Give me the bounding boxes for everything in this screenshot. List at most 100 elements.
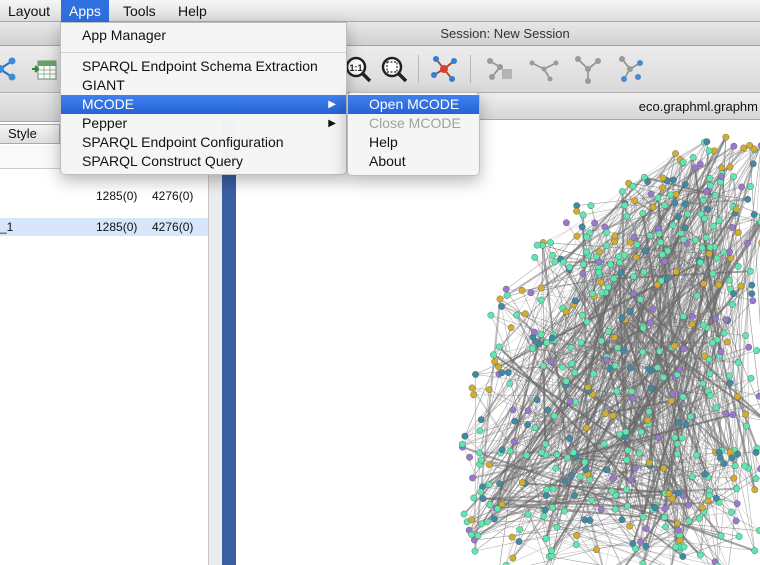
network-node[interactable] [733,393,741,401]
network-node[interactable] [710,222,718,230]
network-node[interactable] [507,324,515,331]
menu-apps[interactable]: Apps [61,0,109,22]
network-node[interactable] [746,142,754,149]
menu-item-giant[interactable]: GIANT [61,76,346,95]
network-node[interactable] [468,384,476,392]
network-node[interactable] [644,416,652,424]
network-node[interactable] [562,219,570,227]
network-node[interactable] [732,205,740,213]
network-node[interactable] [700,280,708,288]
network-node[interactable] [717,173,725,180]
network-node[interactable] [613,387,621,395]
network-node[interactable] [477,456,485,464]
network-node[interactable] [531,254,539,261]
network-node[interactable] [573,232,581,240]
network-node[interactable] [603,356,610,364]
network-node[interactable] [738,183,746,191]
network-node[interactable] [661,258,669,265]
network-node[interactable] [579,270,587,277]
network-node[interactable] [639,348,647,356]
network-node[interactable] [659,184,666,192]
network-node[interactable] [675,418,683,426]
network-node[interactable] [713,254,721,262]
network-node[interactable] [510,438,518,446]
menu-item-pepper[interactable]: Pepper ▶ [61,114,346,133]
network-node[interactable] [744,195,752,203]
network-node[interactable] [695,514,703,522]
network-node[interactable] [720,248,728,256]
network-node[interactable] [498,446,506,454]
network-node[interactable] [639,560,647,565]
network-node[interactable] [734,263,742,270]
network-node[interactable] [592,253,600,261]
network-node[interactable] [681,200,689,208]
network-node[interactable] [524,510,532,518]
network-node[interactable] [734,359,742,366]
network-node[interactable] [632,253,640,261]
network-node[interactable] [728,224,736,231]
network-node[interactable] [676,366,684,374]
network-node[interactable] [504,369,512,376]
network-node[interactable] [688,320,696,328]
network-node[interactable] [647,384,655,392]
network-node[interactable] [693,292,701,300]
network-node[interactable] [642,542,650,550]
network-node[interactable] [712,315,720,322]
network-node[interactable] [657,238,665,246]
network-node[interactable] [699,380,707,387]
menu-item-sparql-construct-query[interactable]: SPARQL Construct Query [61,152,346,171]
network-node[interactable] [654,434,662,442]
network-node[interactable] [659,174,667,182]
network-node[interactable] [722,133,730,141]
network-node[interactable] [483,518,491,526]
network-node[interactable] [673,519,681,527]
network-node[interactable] [476,449,483,457]
network-node[interactable] [730,474,738,482]
network-node[interactable] [689,312,696,320]
network-node[interactable] [726,379,734,387]
network-node[interactable] [681,180,689,188]
network-node[interactable] [552,464,560,472]
tab-style[interactable]: Style [0,124,60,144]
network-node[interactable] [498,369,506,377]
network-node[interactable] [485,481,493,488]
network-node[interactable] [675,213,682,221]
network-node[interactable] [587,202,595,210]
network-node[interactable] [644,178,652,186]
network-node[interactable] [748,281,756,289]
network-node[interactable] [616,259,624,266]
network-node[interactable] [631,197,639,205]
network-node[interactable] [645,365,653,373]
network-node[interactable] [568,359,576,367]
network-node[interactable] [537,296,545,304]
network-node[interactable] [586,517,594,524]
network-node[interactable] [720,329,728,337]
network-node[interactable] [572,541,580,549]
network-node[interactable] [671,199,679,207]
network-node[interactable] [747,374,755,382]
network-node[interactable] [509,554,517,562]
network-node[interactable] [623,456,631,464]
network-node[interactable] [597,278,605,286]
network-node[interactable] [466,453,473,461]
network-node[interactable] [543,339,551,347]
network-node[interactable] [656,347,663,355]
network-node[interactable] [486,501,494,509]
network-node[interactable] [735,533,743,540]
network-node[interactable] [515,538,523,545]
network-node[interactable] [653,281,661,289]
network-node[interactable] [653,364,661,371]
network-node[interactable] [544,406,552,414]
network-node[interactable] [623,212,631,220]
network-node[interactable] [688,473,696,480]
network-node[interactable] [458,440,466,448]
hide-nodes-icon[interactable] [572,53,604,85]
menu-layout[interactable]: Layout [0,0,58,22]
network-node[interactable] [561,477,569,485]
network-node[interactable] [573,532,580,539]
network-node[interactable] [645,459,653,467]
network-node[interactable] [580,260,587,268]
network-node[interactable] [696,259,704,266]
network-node[interactable] [583,233,591,241]
network-node[interactable] [531,424,539,432]
